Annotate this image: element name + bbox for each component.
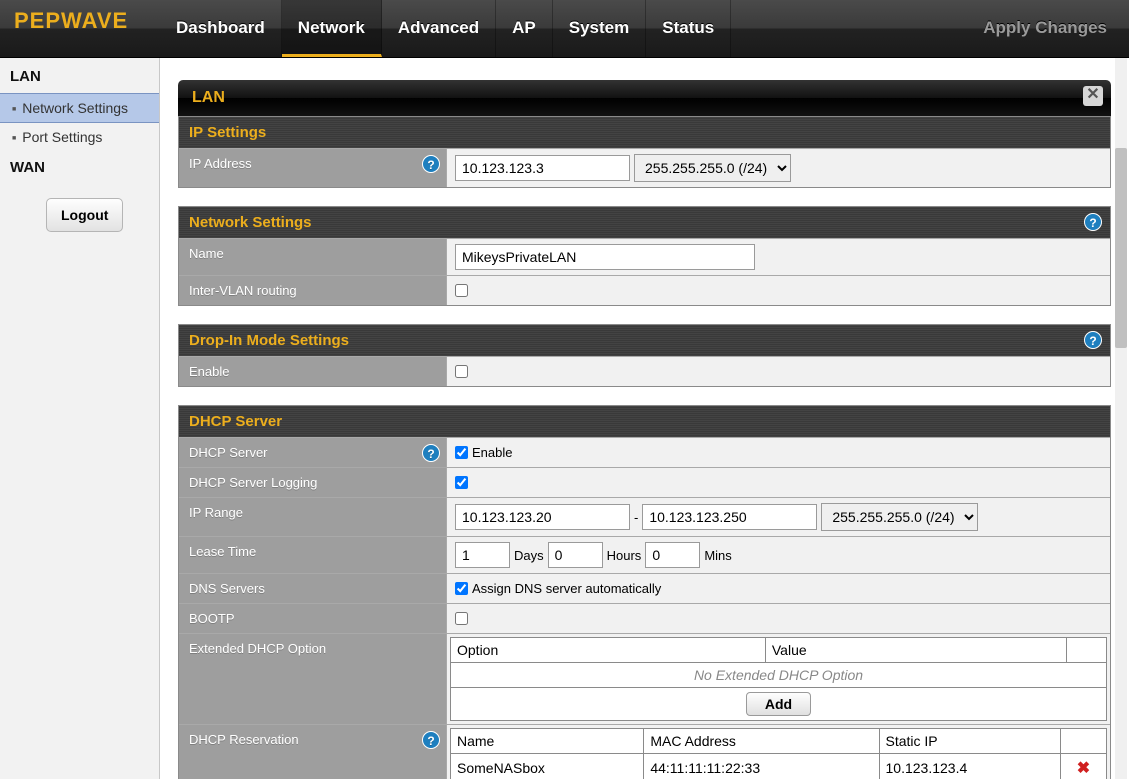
tab-status[interactable]: Status bbox=[646, 0, 731, 57]
range-separator: - bbox=[634, 510, 638, 525]
apply-changes-button[interactable]: Apply Changes bbox=[983, 0, 1129, 57]
label-lease-time: Lease Time bbox=[189, 544, 256, 559]
tab-dashboard[interactable]: Dashboard bbox=[160, 0, 282, 57]
res-col-name: Name bbox=[451, 729, 644, 754]
scrollbar-thumb[interactable] bbox=[1115, 148, 1127, 348]
lease-days-unit: Days bbox=[514, 548, 544, 563]
subnet-mask-select[interactable]: 255.255.255.0 (/24) bbox=[634, 154, 791, 182]
tab-ap[interactable]: AP bbox=[496, 0, 553, 57]
lease-mins-unit: Mins bbox=[704, 548, 731, 563]
ip-range-to-input[interactable] bbox=[642, 504, 817, 530]
brand-logo: PEPWAVE bbox=[0, 0, 160, 57]
label-name: Name bbox=[189, 246, 224, 261]
res-ip-cell: 10.123.123.4 bbox=[879, 754, 1061, 779]
ip-address-input[interactable] bbox=[455, 155, 630, 181]
sidebar-heading-wan: WAN bbox=[0, 151, 159, 184]
section-dhcp: DHCP Server bbox=[179, 406, 1110, 437]
tab-advanced[interactable]: Advanced bbox=[382, 0, 496, 57]
res-col-ip: Static IP bbox=[879, 729, 1061, 754]
ext-col-value: Value bbox=[765, 638, 1066, 663]
lease-mins-input[interactable] bbox=[645, 542, 700, 568]
label-intervlan: Inter-VLAN routing bbox=[189, 283, 297, 298]
lease-hours-unit: Hours bbox=[607, 548, 642, 563]
logout-button[interactable]: Logout bbox=[46, 198, 123, 232]
label-dhcp-logging: DHCP Server Logging bbox=[189, 475, 317, 490]
reservation-row: SomeNASbox 44:11:11:11:22:33 10.123.123.… bbox=[451, 754, 1107, 779]
dhcp-server-cklabel: Enable bbox=[472, 445, 512, 460]
range-mask-select[interactable]: 255.255.255.0 (/24) bbox=[821, 503, 978, 531]
label-bootp: BOOTP bbox=[189, 611, 235, 626]
lease-days-input[interactable] bbox=[455, 542, 510, 568]
tab-system[interactable]: System bbox=[553, 0, 646, 57]
dropin-enable-checkbox[interactable] bbox=[455, 365, 468, 378]
dns-auto-label: Assign DNS server automatically bbox=[472, 581, 661, 596]
bootp-checkbox[interactable] bbox=[455, 612, 468, 625]
lease-hours-input[interactable] bbox=[548, 542, 603, 568]
res-name-cell: SomeNASbox bbox=[451, 754, 644, 779]
res-col-mac: MAC Address bbox=[644, 729, 879, 754]
dns-auto-checkbox[interactable] bbox=[455, 582, 468, 595]
label-dns-servers: DNS Servers bbox=[189, 581, 265, 596]
label-ip-range: IP Range bbox=[189, 505, 243, 520]
help-icon[interactable]: ? bbox=[422, 155, 440, 173]
close-icon[interactable]: ✕ bbox=[1083, 86, 1103, 106]
page-title: LAN bbox=[192, 89, 225, 106]
delete-icon[interactable]: ✖ bbox=[1067, 758, 1100, 778]
section-network-settings: Network Settings bbox=[189, 214, 312, 231]
label-dropin-enable: Enable bbox=[189, 364, 229, 379]
help-icon[interactable]: ? bbox=[422, 444, 440, 462]
help-icon[interactable]: ? bbox=[422, 731, 440, 749]
label-ext-dhcp: Extended DHCP Option bbox=[189, 641, 326, 656]
ip-range-from-input[interactable] bbox=[455, 504, 630, 530]
section-ip-settings: IP Settings bbox=[179, 117, 1110, 148]
help-icon[interactable]: ? bbox=[1084, 331, 1102, 349]
res-mac-cell: 44:11:11:11:22:33 bbox=[644, 754, 879, 779]
intervlan-checkbox[interactable] bbox=[455, 284, 468, 297]
label-ip-address: IP Address bbox=[189, 156, 252, 171]
sidebar-heading-lan: LAN bbox=[0, 60, 159, 93]
lan-name-input[interactable] bbox=[455, 244, 755, 270]
ext-empty-row: No Extended DHCP Option bbox=[451, 663, 1107, 688]
help-icon[interactable]: ? bbox=[1084, 213, 1102, 231]
tab-network[interactable]: Network bbox=[282, 0, 382, 57]
label-dhcp-server: DHCP Server bbox=[189, 445, 268, 460]
label-dhcp-reservation: DHCP Reservation bbox=[189, 732, 299, 747]
ext-col-option: Option bbox=[451, 638, 766, 663]
sidebar-item-network-settings[interactable]: Network Settings bbox=[0, 93, 159, 123]
dhcp-logging-checkbox[interactable] bbox=[455, 476, 468, 489]
ext-add-button[interactable]: Add bbox=[746, 692, 811, 716]
section-dropin: Drop-In Mode Settings bbox=[189, 332, 349, 349]
dhcp-server-checkbox[interactable] bbox=[455, 446, 468, 459]
sidebar-item-port-settings[interactable]: Port Settings bbox=[0, 123, 159, 151]
